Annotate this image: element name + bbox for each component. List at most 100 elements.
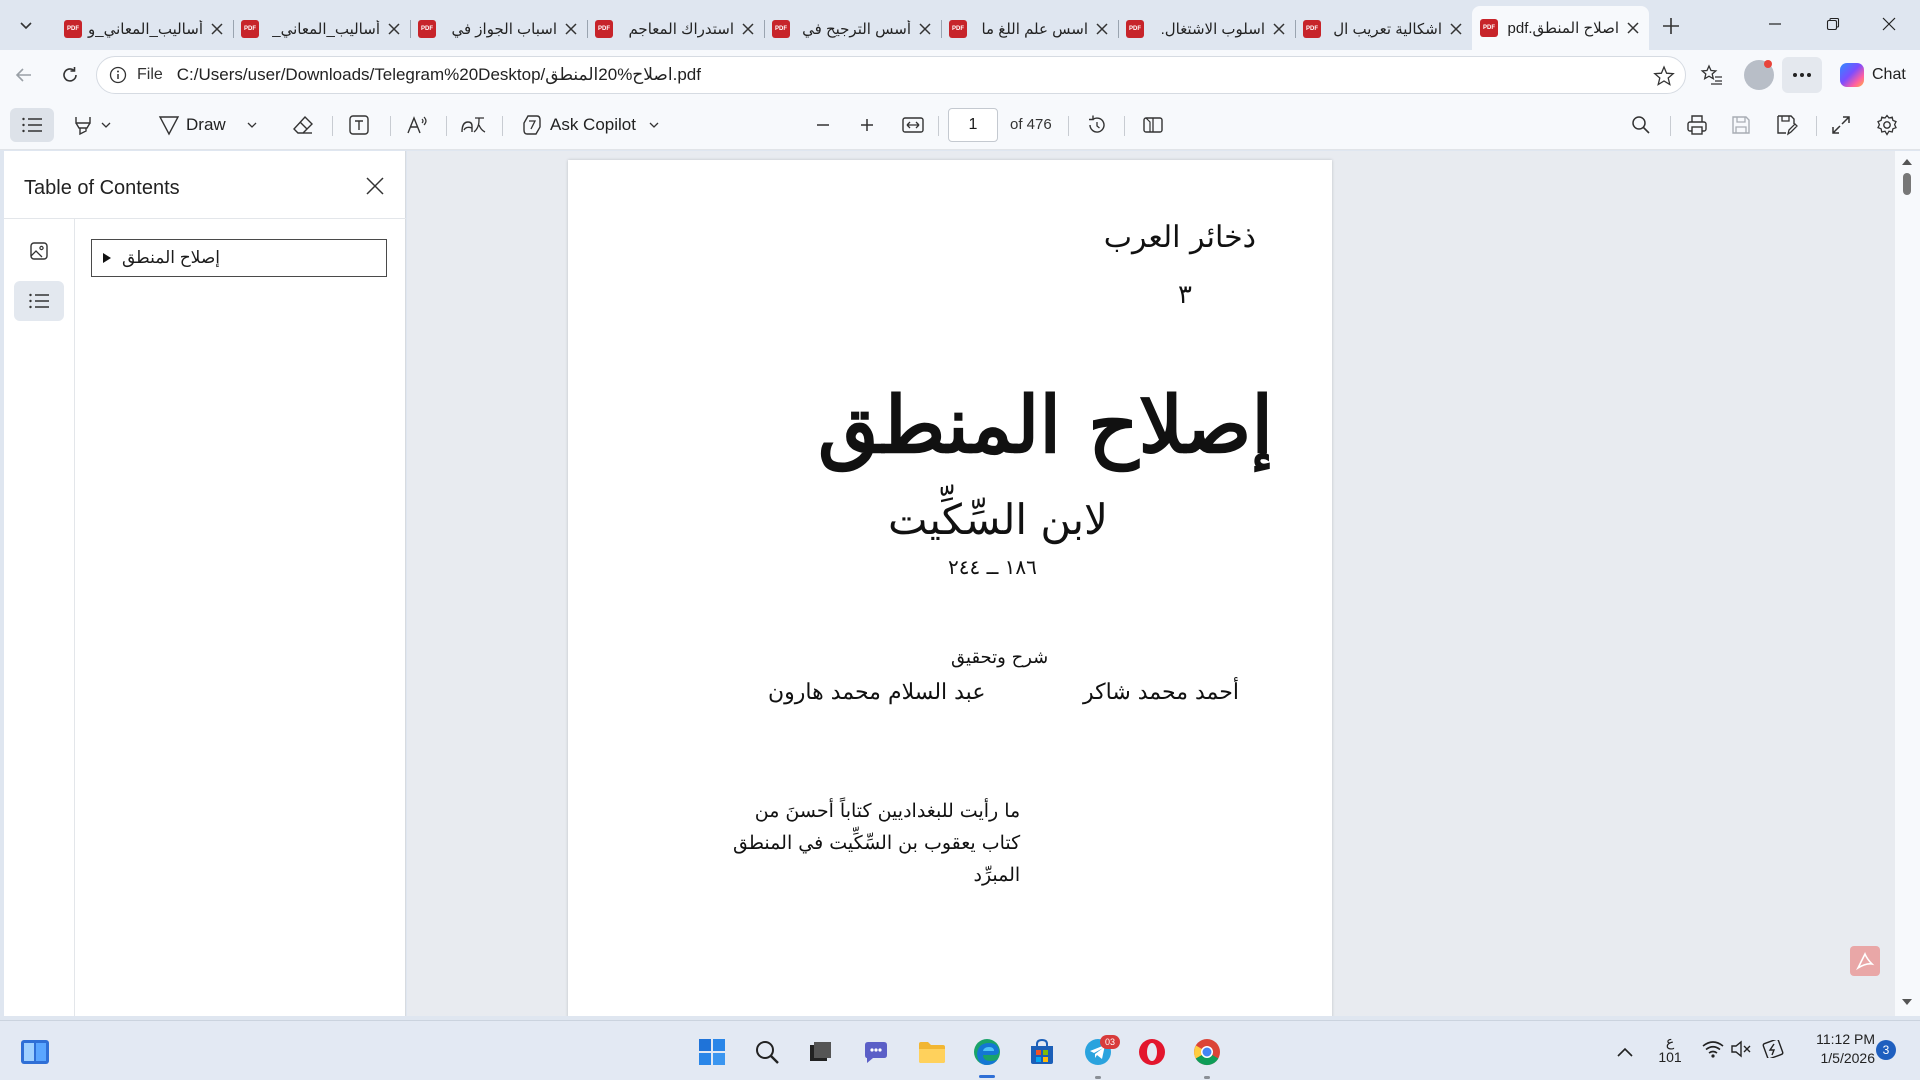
tab-title: اسباب الجواز في <box>451 21 557 38</box>
list-icon <box>22 117 42 133</box>
highlight-button[interactable] <box>72 108 112 142</box>
tab-2[interactable]: PDF أساليب_المعاني_ <box>233 10 410 48</box>
file-explorer-button[interactable] <box>915 1035 949 1069</box>
address-input[interactable]: File C:/Users/user/Downloads/Telegram%20… <box>96 56 1686 94</box>
info-icon[interactable] <box>109 66 127 84</box>
fit-to-width-button[interactable] <box>896 108 930 142</box>
settings-and-more-button[interactable] <box>1782 57 1822 93</box>
tab-close-button[interactable] <box>386 21 402 37</box>
full-screen-button[interactable] <box>1824 108 1858 142</box>
opera-button[interactable] <box>1135 1035 1169 1069</box>
toolbar-divider <box>1124 116 1125 136</box>
pdf-file-icon: PDF <box>1480 19 1498 37</box>
tab-close-button[interactable] <box>1448 21 1464 37</box>
add-text-button[interactable] <box>348 108 370 142</box>
clock[interactable]: 11:12 PM 1/5/2026 <box>1795 1030 1875 1068</box>
list-icon <box>29 293 49 309</box>
running-app-indicator <box>1095 1076 1101 1079</box>
close-window-button[interactable] <box>1866 8 1912 40</box>
page-view-button[interactable] <box>1136 108 1170 142</box>
chrome-button[interactable] <box>1190 1035 1224 1069</box>
editor-name: عبد السلام محمد هارون <box>768 680 986 705</box>
tab-1[interactable]: PDF أساليب_المعاني_و <box>56 10 233 48</box>
save-as-button[interactable] <box>1770 108 1804 142</box>
vertical-scrollbar[interactable] <box>1895 151 1920 1016</box>
tab-9-active[interactable]: PDF اصلاح المنطق.pdf <box>1472 6 1649 50</box>
edge-browser-button[interactable] <box>970 1035 1004 1069</box>
scrollbar-thumb[interactable] <box>1903 173 1911 195</box>
tab-4[interactable]: PDF استدراك المعاجم <box>587 10 764 48</box>
tab-7[interactable]: PDF اسلوب الاشتغال. <box>1118 10 1295 48</box>
search-button[interactable] <box>750 1035 784 1069</box>
outline-view-button[interactable] <box>14 281 64 321</box>
close-panel-button[interactable] <box>360 171 390 201</box>
tab-close-button[interactable] <box>209 21 225 37</box>
zoom-out-button[interactable] <box>808 108 838 142</box>
tab-close-button[interactable] <box>917 21 933 37</box>
new-tab-button[interactable] <box>1656 11 1686 41</box>
copilot-outline-icon <box>523 115 541 135</box>
save-button[interactable] <box>1724 108 1758 142</box>
input-language-indicator[interactable]: ع 101 <box>1655 1033 1685 1065</box>
minimize-button[interactable] <box>1752 8 1798 40</box>
tab-close-button[interactable] <box>1625 20 1641 36</box>
close-icon <box>565 23 577 35</box>
notification-count-badge[interactable]: 3 <box>1876 1040 1896 1060</box>
caret-right-icon[interactable] <box>102 252 112 264</box>
tab-title: اسس علم اللغ ما <box>981 21 1088 38</box>
tab-5[interactable]: PDF أسس الترجيح في <box>764 10 941 48</box>
tab-actions-menu-button[interactable] <box>8 8 44 42</box>
edge-icon <box>974 1039 1000 1065</box>
battery-button[interactable] <box>1760 1036 1786 1062</box>
toc-item[interactable]: إصلاح المنطق <box>91 239 387 277</box>
scroll-down-arrow-icon[interactable] <box>1901 997 1913 1007</box>
erase-button[interactable] <box>292 108 314 142</box>
favorites-button[interactable] <box>1696 60 1728 90</box>
copilot-chat-button[interactable]: Chat <box>1832 58 1914 92</box>
telegram-unread-badge: 03 <box>1100 1035 1120 1049</box>
rotate-button[interactable] <box>1080 108 1114 142</box>
pdf-settings-button[interactable] <box>1870 108 1904 142</box>
scroll-up-arrow-icon[interactable] <box>1901 157 1913 167</box>
tab-3[interactable]: PDF اسباب الجواز في <box>410 10 587 48</box>
wifi-button[interactable] <box>1700 1036 1726 1062</box>
draw-label: Draw <box>186 115 226 134</box>
show-hidden-icons-button[interactable] <box>1608 1035 1642 1069</box>
start-button[interactable] <box>695 1035 729 1069</box>
widgets-button[interactable] <box>18 1035 52 1069</box>
teams-chat-button[interactable] <box>859 1035 893 1069</box>
page-number-input[interactable]: 1 <box>948 108 998 142</box>
tab-list: PDF أساليب_المعاني_و PDF أساليب_المعاني_… <box>56 6 1649 50</box>
refresh-button[interactable] <box>54 59 86 91</box>
more-horizontal-icon <box>1793 73 1811 77</box>
tab-8[interactable]: PDF اشكالية تعريب ال <box>1295 10 1472 48</box>
zoom-in-button[interactable] <box>852 108 882 142</box>
task-view-button[interactable] <box>803 1035 837 1069</box>
running-app-indicator <box>1204 1076 1210 1079</box>
draw-button[interactable]: Draw <box>158 108 258 142</box>
tab-close-button[interactable] <box>563 21 579 37</box>
ask-copilot-button[interactable]: Ask Copilot <box>520 108 660 142</box>
print-button[interactable] <box>1680 108 1714 142</box>
table-of-contents-toggle[interactable] <box>10 108 54 142</box>
keyboard-layout-label: 101 <box>1658 1049 1682 1065</box>
rotate-icon <box>1089 115 1105 133</box>
thumbnails-view-button[interactable] <box>14 231 64 271</box>
find-button[interactable] <box>1624 108 1658 142</box>
restore-button[interactable] <box>1810 8 1856 40</box>
volume-button[interactable] <box>1728 1036 1754 1062</box>
favorite-star-icon[interactable] <box>1653 65 1675 87</box>
close-icon <box>211 23 223 35</box>
translate-button[interactable] <box>460 108 486 142</box>
chevron-down-icon <box>20 22 32 30</box>
battery-charging-icon <box>1762 1040 1784 1058</box>
tab-close-button[interactable] <box>1094 21 1110 37</box>
acrobat-icon[interactable] <box>1850 946 1880 976</box>
back-button[interactable] <box>8 59 40 91</box>
microsoft-store-button[interactable] <box>1025 1035 1059 1069</box>
tab-close-button[interactable] <box>1271 21 1287 37</box>
document-viewport[interactable]: ذخائر العرب ٣ إصلاح المنطق لابن السِّكِّ… <box>407 151 1895 1016</box>
read-aloud-button[interactable] <box>406 108 430 142</box>
tab-close-button[interactable] <box>740 21 756 37</box>
tab-6[interactable]: PDF اسس علم اللغ ما <box>941 10 1118 48</box>
